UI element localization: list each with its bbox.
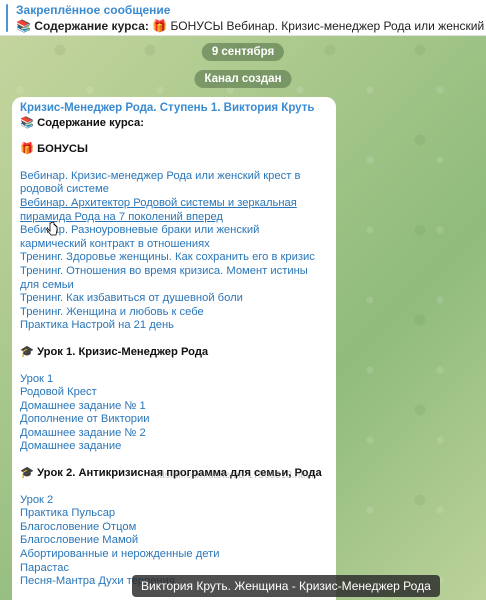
lesson1-link[interactable]: Дополнение от Виктории — [20, 413, 328, 427]
bonus-link[interactable]: Тренинг. Женщина и любовь к себе — [20, 306, 328, 320]
bonus-link[interactable]: Вебинар. Кризис-менеджер Рода или женски… — [20, 170, 328, 197]
pinned-rest: БОНУСЫ Вебинар. Кризис-менеджер Рода или… — [170, 19, 486, 33]
bonus-header-text: БОНУСЫ — [37, 143, 88, 156]
lesson2-link[interactable]: Урок 2 — [20, 494, 328, 508]
contents-header: 📚 Содержание курса: — [20, 117, 328, 131]
watermark: kidstaff.com.ua/tema-17566518.html — [152, 470, 314, 481]
bonus-link[interactable]: Вебинар. Разноуровневые браки или женски… — [20, 224, 328, 251]
lesson2-link[interactable]: Благословение Мамой — [20, 534, 328, 548]
bonus-link[interactable]: Тренинг. Как избавиться от душевной боли — [20, 292, 328, 306]
gift-icon: 🎁 — [20, 143, 34, 156]
books-icon: 📚 — [20, 116, 34, 129]
lesson1-link[interactable]: Домашнее задание — [20, 440, 328, 454]
graduation-cap-icon: 🎓 — [20, 345, 34, 358]
hand-cursor-icon — [46, 222, 58, 236]
video-caption: Виктория Круть. Женщина - Кризис-Менедже… — [132, 575, 440, 597]
lesson1-link[interactable]: Урок 1 — [20, 373, 328, 387]
bonus-link[interactable]: Тренинг. Отношения во время кризиса. Мом… — [20, 265, 328, 292]
lesson1-link[interactable]: Домашнее задание № 2 — [20, 427, 328, 441]
lesson1-header-text: Урок 1. Кризис-Менеджер Рода — [37, 345, 209, 358]
message-bubble[interactable]: Кризис-Менеджер Рода. Ступень 1. Виктори… — [12, 97, 336, 600]
date-separator: 9 сентября — [201, 43, 285, 61]
bonus-link[interactable]: Тренинг. Здоровье женщины. Как сохранить… — [20, 251, 328, 265]
pinned-message-bar[interactable]: Закреплённое сообщение 📚 Содержание курс… — [0, 0, 486, 36]
lesson2-link[interactable]: Парастас — [20, 562, 328, 576]
lesson1-link[interactable]: Родовой Крест — [20, 386, 328, 400]
lesson1-header: 🎓 Урок 1. Кризис-Менеджер Рода — [20, 346, 328, 360]
bonus-link[interactable]: Практика Настрой на 21 день — [20, 319, 328, 333]
gift-icon: 🎁 — [152, 19, 168, 33]
contents-header-text: Содержание курса: — [37, 116, 144, 129]
pinned-indicator — [6, 4, 8, 32]
pinned-bold: Содержание курса: — [34, 19, 149, 33]
pinned-preview: 📚 Содержание курса: 🎁 БОНУСЫ Вебинар. Кр… — [16, 18, 486, 34]
lesson1-link[interactable]: Домашнее задание № 1 — [20, 400, 328, 414]
message-sender[interactable]: Кризис-Менеджер Рода. Ступень 1. Виктори… — [20, 102, 328, 116]
lesson2-link[interactable]: Благословение Отцом — [20, 521, 328, 535]
lesson2-link[interactable]: Практика Пульсар — [20, 507, 328, 521]
pinned-title: Закреплённое сообщение — [16, 3, 171, 17]
graduation-cap-icon: 🎓 — [20, 467, 34, 480]
bonus-header: 🎁 БОНУСЫ — [20, 143, 328, 157]
bonus-link[interactable]: Вебинар. Архитектор Родовой системы и зе… — [20, 197, 328, 224]
service-message-channel-created: Канал создан — [194, 70, 292, 88]
books-icon: 📚 — [16, 19, 31, 33]
lesson2-link[interactable]: Абортированные и нерожденные дети — [20, 548, 328, 562]
